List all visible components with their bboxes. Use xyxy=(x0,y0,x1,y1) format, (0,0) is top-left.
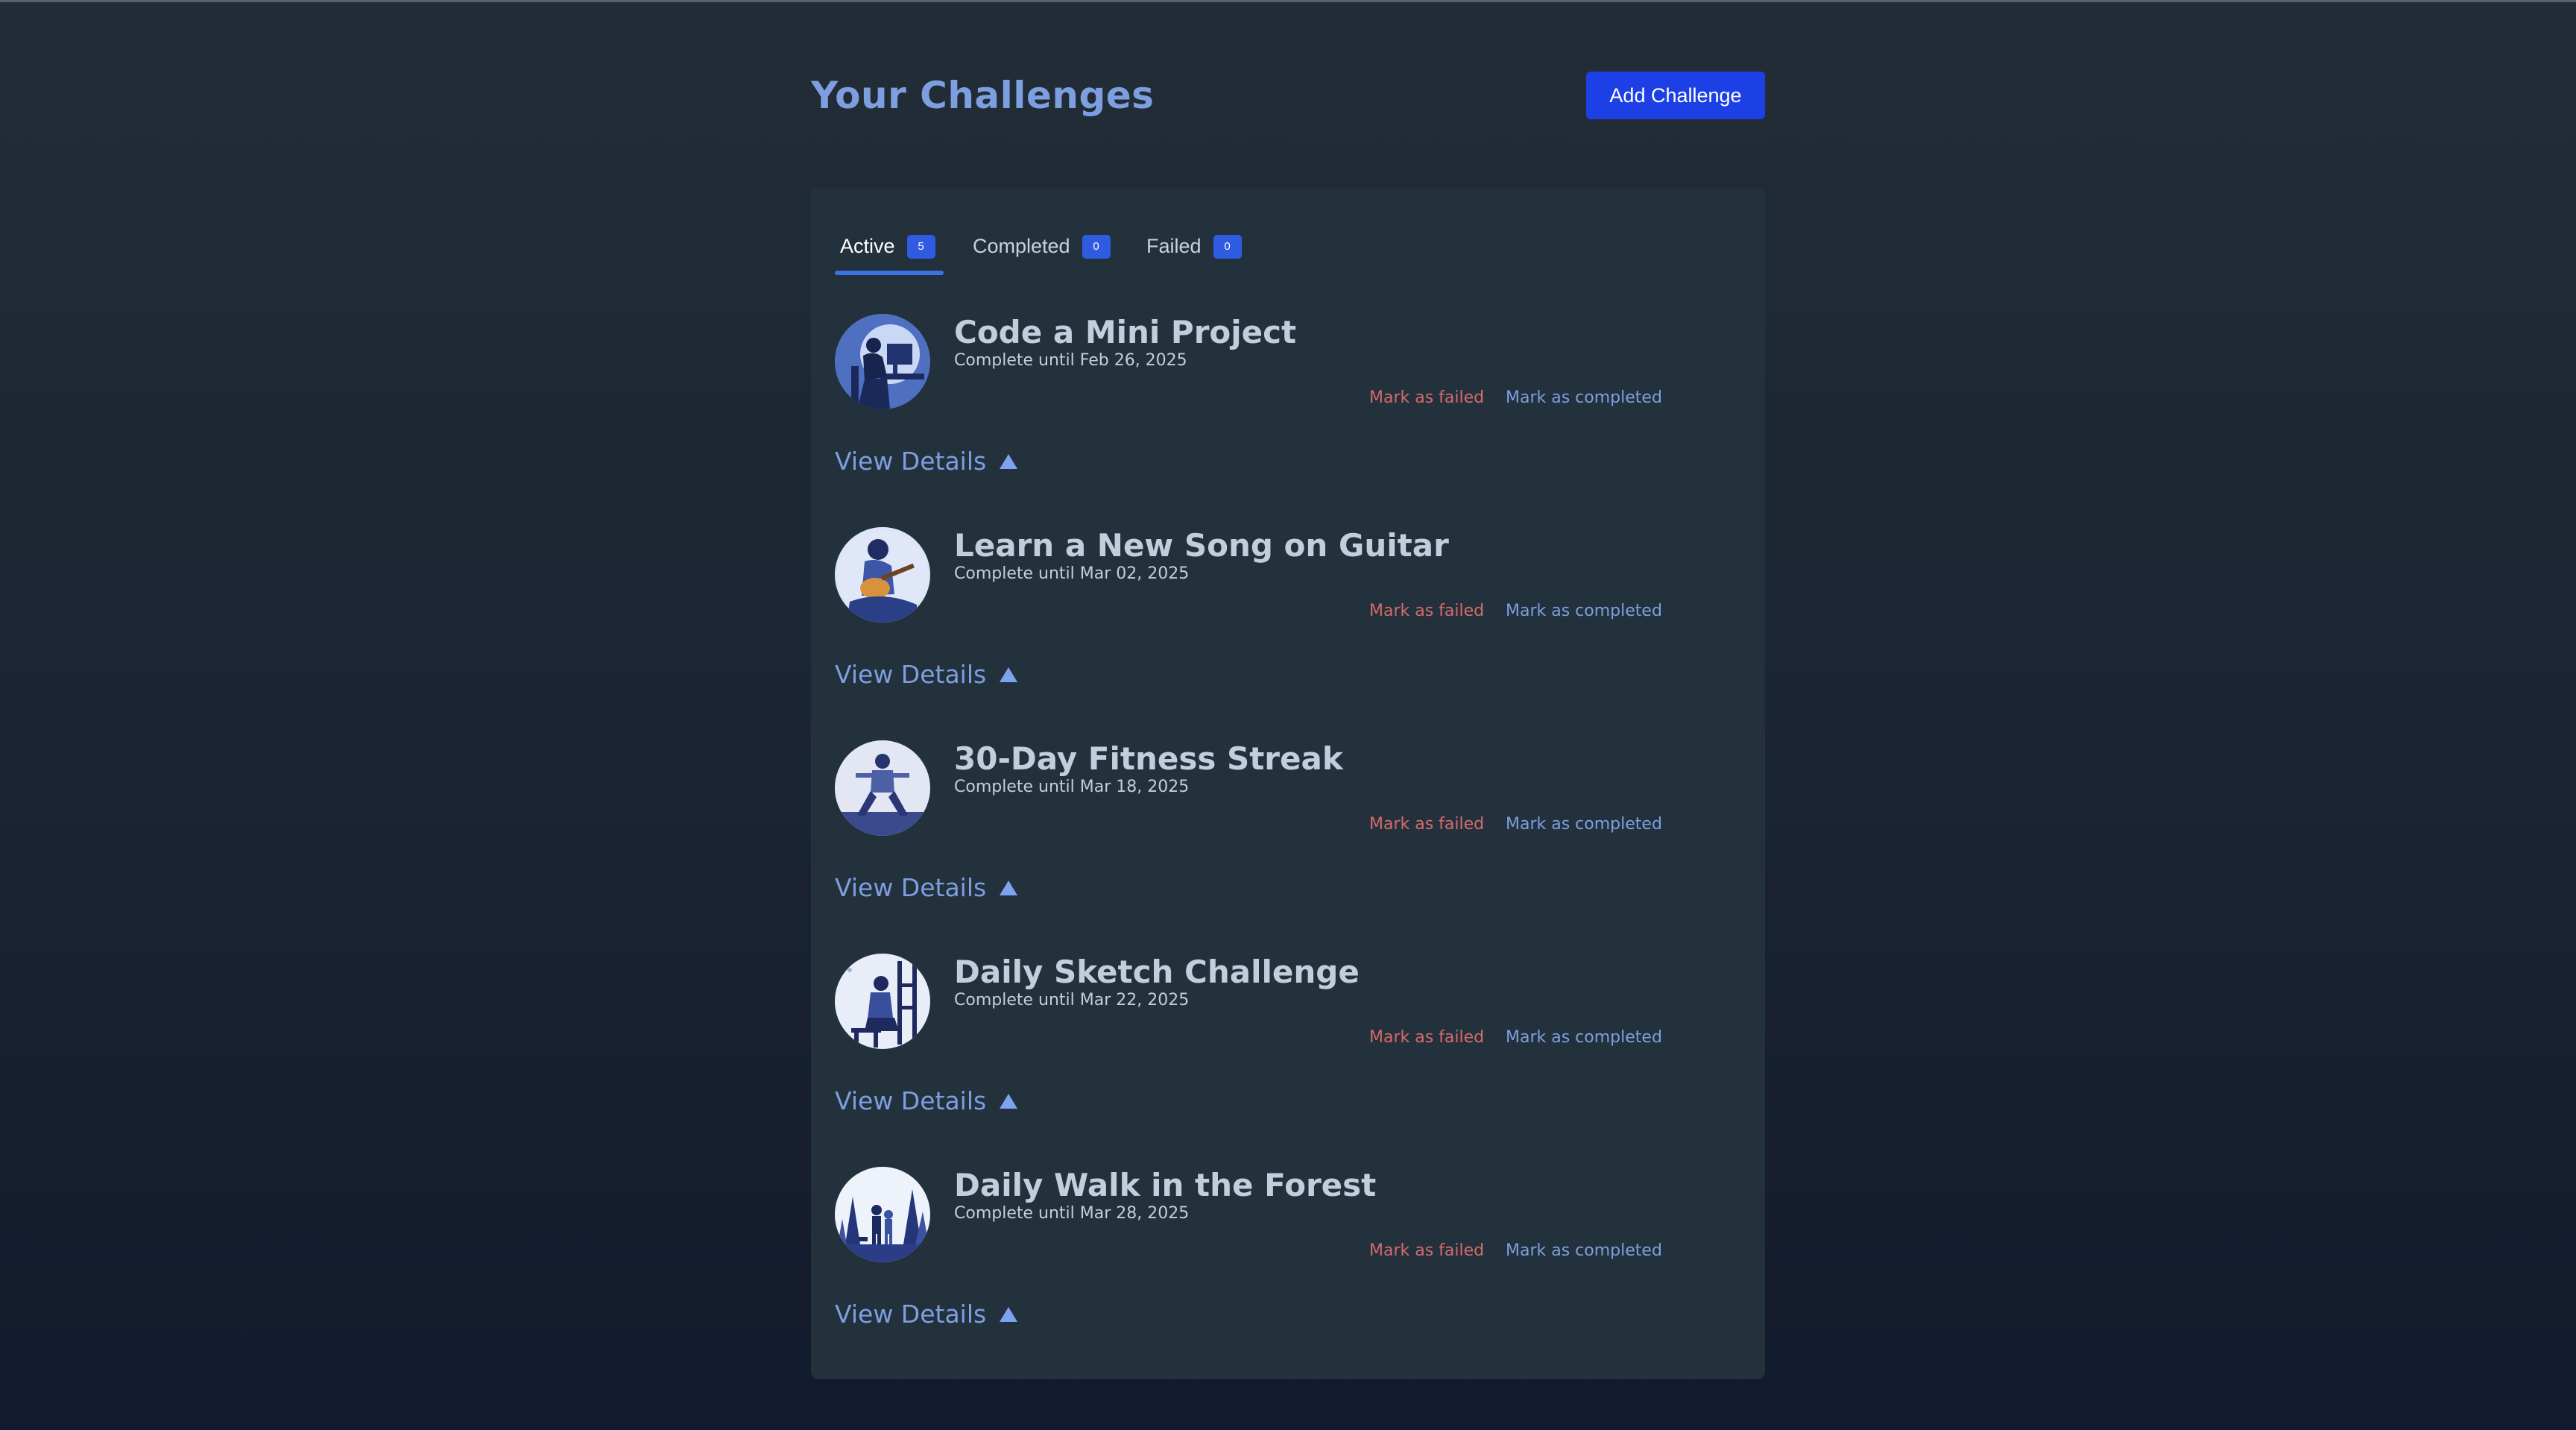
challenge-deadline: Complete until Mar 02, 2025 xyxy=(954,564,1190,583)
challenge-item: Code a Mini Project Complete until Feb 2… xyxy=(835,314,1741,508)
sketch-icon xyxy=(835,954,930,1049)
challenge-item: Daily Sketch Challenge Complete until Ma… xyxy=(835,954,1741,1147)
view-details-toggle[interactable]: View Details xyxy=(835,660,1018,689)
page-title: Your Challenges xyxy=(811,74,1155,117)
mark-failed-link[interactable]: Mark as failed xyxy=(1369,602,1484,620)
page-header: Your Challenges Add Challenge xyxy=(811,72,1765,119)
forest-walk-icon xyxy=(835,1167,930,1262)
mark-failed-link[interactable]: Mark as failed xyxy=(1369,1028,1484,1047)
view-details-toggle[interactable]: View Details xyxy=(835,873,1018,902)
challenges-panel: Active 5 Completed 0 Failed 0 Code a Min… xyxy=(811,189,1765,1379)
tab-label: Completed xyxy=(973,235,1070,257)
challenge-deadline: Complete until Feb 26, 2025 xyxy=(954,351,1187,370)
challenge-item: 30-Day Fitness Streak Complete until Mar… xyxy=(835,740,1741,934)
challenge-title: Code a Mini Project xyxy=(954,314,1297,350)
caret-up-icon xyxy=(1000,1093,1018,1109)
view-details-label: View Details xyxy=(835,447,987,476)
add-challenge-button[interactable]: Add Challenge xyxy=(1586,72,1765,119)
view-details-label: View Details xyxy=(835,1300,987,1329)
tab-bar: Active 5 Completed 0 Failed 0 xyxy=(835,218,1431,275)
challenge-item: Daily Walk in the Forest Complete until … xyxy=(835,1167,1741,1361)
tab-label: Active xyxy=(840,235,895,257)
view-details-toggle[interactable]: View Details xyxy=(835,1300,1018,1329)
mark-completed-link[interactable]: Mark as completed xyxy=(1506,602,1662,620)
view-details-toggle[interactable]: View Details xyxy=(835,1086,1018,1115)
coder-icon xyxy=(835,314,930,409)
mark-completed-link[interactable]: Mark as completed xyxy=(1506,1028,1662,1047)
mark-failed-link[interactable]: Mark as failed xyxy=(1369,815,1484,834)
count-badge: 5 xyxy=(906,235,935,259)
challenge-title: Daily Sketch Challenge xyxy=(954,954,1360,990)
challenge-deadline: Complete until Mar 28, 2025 xyxy=(954,1204,1190,1223)
challenge-title: Daily Walk in the Forest xyxy=(954,1167,1377,1203)
tab-active[interactable]: Active 5 xyxy=(835,218,944,275)
challenge-deadline: Complete until Mar 22, 2025 xyxy=(954,991,1190,1009)
view-details-label: View Details xyxy=(835,1086,987,1115)
view-details-label: View Details xyxy=(835,660,987,689)
challenge-title: Learn a New Song on Guitar xyxy=(954,527,1449,564)
challenge-item: Learn a New Song on Guitar Complete unti… xyxy=(835,527,1741,721)
tab-failed[interactable]: Failed 0 xyxy=(1146,218,1258,275)
tab-completed[interactable]: Completed 0 xyxy=(973,218,1122,275)
mark-completed-link[interactable]: Mark as completed xyxy=(1506,1241,1662,1260)
count-badge: 0 xyxy=(1082,235,1111,259)
view-details-label: View Details xyxy=(835,873,987,902)
mark-completed-link[interactable]: Mark as completed xyxy=(1506,815,1662,834)
mark-completed-link[interactable]: Mark as completed xyxy=(1506,388,1662,407)
caret-up-icon xyxy=(1000,1306,1018,1322)
window-top-border xyxy=(0,0,2576,2)
tab-label: Failed xyxy=(1146,235,1202,257)
caret-up-icon xyxy=(1000,453,1018,469)
caret-up-icon xyxy=(1000,667,1018,682)
guitarist-icon xyxy=(835,527,930,623)
challenge-deadline: Complete until Mar 18, 2025 xyxy=(954,778,1190,796)
mark-failed-link[interactable]: Mark as failed xyxy=(1369,388,1484,407)
caret-up-icon xyxy=(1000,880,1018,895)
count-badge: 0 xyxy=(1213,235,1242,259)
view-details-toggle[interactable]: View Details xyxy=(835,447,1018,476)
challenge-title: 30-Day Fitness Streak xyxy=(954,740,1343,777)
mark-failed-link[interactable]: Mark as failed xyxy=(1369,1241,1484,1260)
fitness-icon xyxy=(835,740,930,836)
